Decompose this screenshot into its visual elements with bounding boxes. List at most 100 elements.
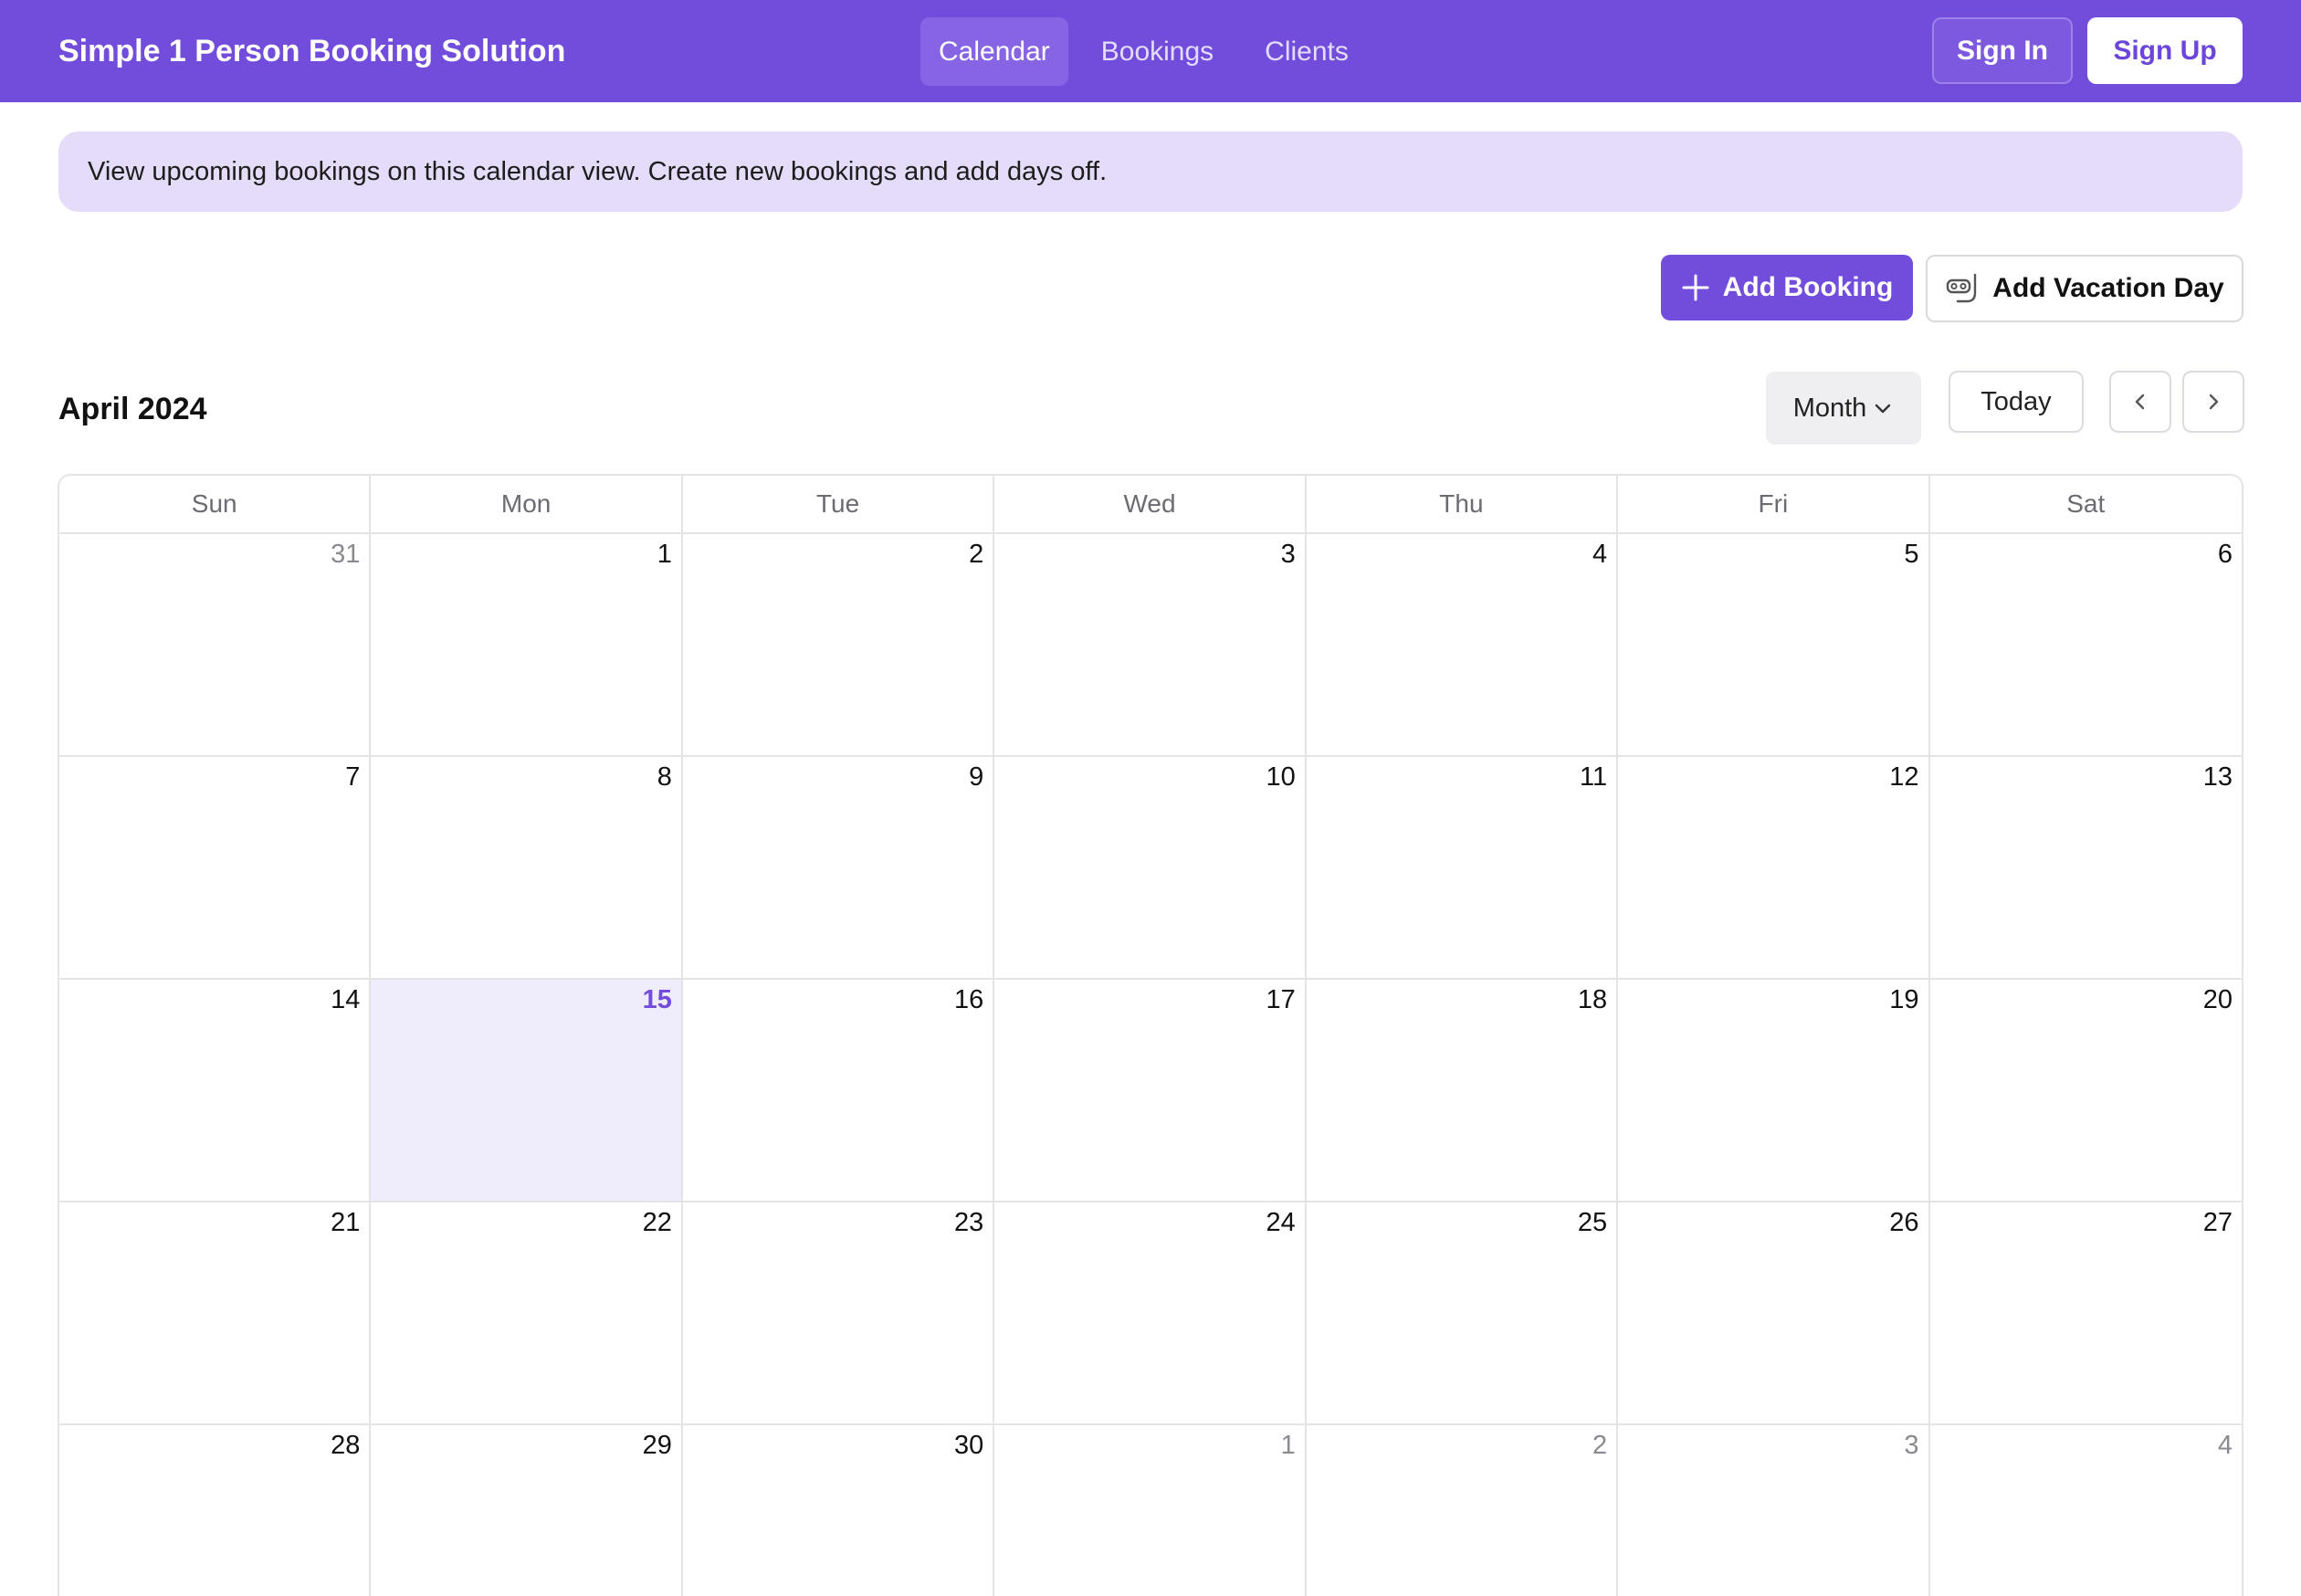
calendar-day[interactable]: 1 xyxy=(994,1425,1307,1596)
calendar-day[interactable]: 23 xyxy=(682,1202,995,1425)
calendar-day[interactable]: 30 xyxy=(683,1425,995,1596)
weekday-header: Sun Mon Tue Wed Thu Fri Sat xyxy=(59,476,2242,534)
calendar-day[interactable]: 17 xyxy=(994,980,1307,1202)
calendar-day[interactable]: 8 xyxy=(371,757,683,980)
add-booking-label: Add Booking xyxy=(1722,272,1894,302)
day-number: 1 xyxy=(1280,1431,1296,1460)
calendar-day[interactable]: 21 xyxy=(59,1202,372,1425)
snorkel-mask-icon xyxy=(1945,271,1980,306)
calendar-day[interactable]: 29 xyxy=(371,1425,683,1596)
day-number: 31 xyxy=(331,540,361,569)
auth-buttons: Sign In Sign Up xyxy=(1932,17,2243,84)
calendar-actions: Add Booking Add Vacation Day xyxy=(1661,255,2243,322)
calendar-day[interactable]: 13 xyxy=(1929,757,2242,980)
day-number: 1 xyxy=(657,540,672,569)
today-button[interactable]: Today xyxy=(1949,371,2084,433)
weekday-label: Sun xyxy=(59,476,372,532)
day-number: 18 xyxy=(1577,985,1608,1014)
day-number: 22 xyxy=(642,1208,672,1237)
calendar-day[interactable]: 11 xyxy=(1306,757,1619,980)
day-number: 27 xyxy=(2202,1208,2233,1237)
calendar-day[interactable]: 24 xyxy=(994,1202,1307,1425)
calendar-day[interactable]: 3 xyxy=(1618,1425,1930,1596)
calendar-day[interactable]: 25 xyxy=(1306,1202,1619,1425)
day-number: 11 xyxy=(1580,762,1608,792)
day-number: 13 xyxy=(2202,762,2233,792)
day-number: 24 xyxy=(1266,1208,1296,1237)
nav-calendar[interactable]: Calendar xyxy=(920,17,1068,86)
day-number: 15 xyxy=(642,985,672,1014)
calendar-day[interactable]: 31 xyxy=(59,534,372,757)
sign-up-button[interactable]: Sign Up xyxy=(2087,17,2243,84)
weekday-label: Sat xyxy=(2066,489,2106,518)
add-vacation-day-button[interactable]: Add Vacation Day xyxy=(1926,255,2243,322)
plus-icon xyxy=(1681,273,1710,302)
calendar-day[interactable]: 2 xyxy=(682,534,995,757)
calendar-day[interactable]: 19 xyxy=(1618,980,1930,1202)
day-number: 3 xyxy=(1280,540,1296,569)
calendar-day-today[interactable]: 15 xyxy=(371,980,683,1202)
day-number: 2 xyxy=(969,540,984,569)
day-number: 25 xyxy=(1577,1208,1608,1237)
main-nav: Calendar Bookings Clients xyxy=(920,17,1367,86)
info-banner-text: View upcoming bookings on this calendar … xyxy=(88,156,1108,186)
calendar-day[interactable]: 16 xyxy=(682,980,995,1202)
calendar-day[interactable]: 4 xyxy=(1306,534,1619,757)
calendar-day[interactable]: 22 xyxy=(371,1202,683,1425)
day-number: 21 xyxy=(331,1208,361,1237)
view-mode-value: Month xyxy=(1792,393,1867,423)
day-number: 9 xyxy=(969,762,984,792)
calendar-day[interactable]: 7 xyxy=(59,757,372,980)
nav-bookings[interactable]: Bookings xyxy=(1083,17,1232,86)
weekday-label: Wed xyxy=(994,476,1307,532)
calendar-day[interactable]: 27 xyxy=(1929,1202,2242,1425)
day-number: 4 xyxy=(1592,540,1608,569)
day-number: 19 xyxy=(1889,985,1919,1014)
day-number: 28 xyxy=(331,1431,361,1460)
calendar-day[interactable]: 20 xyxy=(1929,980,2242,1202)
calendar-day[interactable]: 1 xyxy=(371,534,683,757)
calendar-days-grid: 31 1 2 3 4 5 6 7 8 9 10 11 12 13 14 15 16 17 18 19 20 21 22 23 2… xyxy=(59,534,2242,1596)
month-title: April 2024 xyxy=(58,391,207,426)
top-navbar: Simple 1 Person Booking Solution Calenda… xyxy=(0,0,2301,102)
day-number: 14 xyxy=(331,985,361,1014)
nav-clients[interactable]: Clients xyxy=(1246,17,1367,86)
calendar-day[interactable]: 4 xyxy=(1930,1425,2242,1596)
weekday-label: Fri xyxy=(1618,476,1930,532)
weekday-label: Thu xyxy=(1307,476,1619,532)
calendar-day[interactable]: 26 xyxy=(1618,1202,1930,1425)
app-title[interactable]: Simple 1 Person Booking Solution xyxy=(58,0,565,102)
day-number: 26 xyxy=(1889,1208,1919,1237)
calendar-day[interactable]: 18 xyxy=(1306,980,1619,1202)
weekday-label: Mon xyxy=(371,476,683,532)
calendar-day[interactable]: 2 xyxy=(1307,1425,1619,1596)
day-number: 5 xyxy=(1904,540,1919,569)
day-number: 8 xyxy=(657,762,672,792)
calendar-day[interactable]: 10 xyxy=(994,757,1307,980)
chevron-right-icon xyxy=(2202,391,2224,413)
day-number: 3 xyxy=(1904,1431,1919,1460)
sign-in-button[interactable]: Sign In xyxy=(1932,17,2073,84)
day-number: 30 xyxy=(954,1431,984,1460)
calendar-day[interactable]: 28 xyxy=(59,1425,372,1596)
day-number: 10 xyxy=(1266,762,1296,792)
calendar-day[interactable]: 6 xyxy=(1929,534,2242,757)
calendar-day[interactable]: 5 xyxy=(1618,534,1930,757)
info-banner: View upcoming bookings on this calendar … xyxy=(58,131,2243,212)
month-calendar: Sun Mon Tue Wed Thu Fri Sat 31 1 2 3 4 5 6 7 8 9 1… xyxy=(58,474,2243,1596)
day-number: 2 xyxy=(1592,1431,1608,1460)
calendar-day[interactable]: 14 xyxy=(59,980,372,1202)
chevron-left-icon xyxy=(2129,391,2151,413)
previous-month-button[interactable] xyxy=(2109,371,2171,433)
calendar-day[interactable]: 9 xyxy=(682,757,995,980)
view-mode-select[interactable]: Month xyxy=(1766,372,1921,445)
day-number: 20 xyxy=(2202,985,2233,1014)
day-number: 29 xyxy=(642,1431,672,1460)
next-month-button[interactable] xyxy=(2182,371,2244,433)
calendar-day[interactable]: 3 xyxy=(994,534,1307,757)
calendar-day[interactable]: 12 xyxy=(1618,757,1930,980)
add-vacation-day-label: Add Vacation Day xyxy=(1992,273,2224,303)
day-number: 7 xyxy=(345,762,361,792)
weekday-label: Tue xyxy=(683,476,995,532)
add-booking-button[interactable]: Add Booking xyxy=(1661,255,1913,320)
